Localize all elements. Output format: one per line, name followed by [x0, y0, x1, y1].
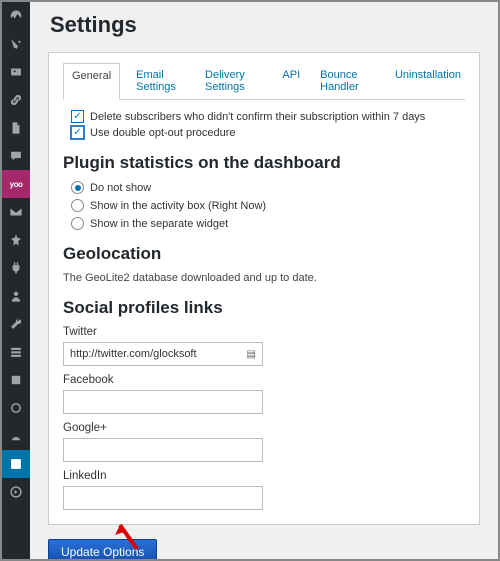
sidebar-users-icon[interactable]	[2, 282, 30, 310]
update-options-button[interactable]: Update Options	[48, 539, 157, 559]
sidebar-links-icon[interactable]	[2, 86, 30, 114]
checkbox-icon: ✓	[71, 110, 84, 123]
social-heading: Social profiles links	[63, 298, 465, 318]
tab-general[interactable]: General	[63, 63, 120, 100]
facebook-input[interactable]	[63, 390, 263, 414]
sidebar-generic-3-icon[interactable]	[2, 422, 30, 450]
sidebar-generic-2-icon[interactable]	[2, 394, 30, 422]
radio-label: Show in the separate widget	[90, 218, 228, 230]
sidebar-pages-icon[interactable]	[2, 114, 30, 142]
sidebar-settings-icon[interactable]	[2, 338, 30, 366]
checkbox-label: Use double opt-out procedure	[90, 127, 236, 139]
sidebar-comments-icon[interactable]	[2, 142, 30, 170]
radio-icon	[71, 181, 84, 194]
sidebar-generic-1-icon[interactable]	[2, 366, 30, 394]
linkedin-label: LinkedIn	[63, 470, 465, 482]
radio-do-not-show[interactable]: Do not show	[71, 181, 465, 194]
input-value: http://twitter.com/glocksoft	[70, 348, 197, 360]
sidebar-mail-icon[interactable]	[2, 198, 30, 226]
sidebar-posts-icon[interactable]	[2, 30, 30, 58]
google-input[interactable]	[63, 438, 263, 462]
main-content: Settings General Email Settings Delivery…	[30, 2, 498, 559]
tab-email-settings[interactable]: Email Settings	[132, 63, 189, 99]
google-label: Google+	[63, 422, 465, 434]
sidebar-media-icon[interactable]	[2, 58, 30, 86]
radio-icon	[71, 199, 84, 212]
geo-heading: Geolocation	[63, 244, 465, 264]
sidebar-active-item-icon[interactable]	[2, 450, 30, 478]
input-autofill-icon: ▤	[247, 349, 256, 360]
admin-sidebar: yoo	[2, 2, 30, 559]
radio-separate-widget[interactable]: Show in the separate widget	[71, 217, 465, 230]
sidebar-tools-icon[interactable]	[2, 310, 30, 338]
twitter-input[interactable]: http://twitter.com/glocksoft ▤	[63, 342, 263, 366]
tabs-nav: General Email Settings Delivery Settings…	[63, 63, 465, 99]
page-title: Settings	[48, 12, 480, 38]
facebook-label: Facebook	[63, 374, 465, 386]
radio-label: Do not show	[90, 182, 151, 194]
sidebar-plugins-icon[interactable]	[2, 254, 30, 282]
radio-icon	[71, 217, 84, 230]
linkedin-input[interactable]	[63, 486, 263, 510]
checkbox-delete-unconfirmed-row[interactable]: ✓ Delete subscribers who didn't confirm …	[71, 110, 465, 123]
checkbox-icon: ✓	[71, 126, 84, 139]
sidebar-collapse-icon[interactable]	[2, 478, 30, 506]
stats-heading: Plugin statistics on the dashboard	[63, 153, 465, 173]
radio-label: Show in the activity box (Right Now)	[90, 200, 266, 212]
settings-panel: General Email Settings Delivery Settings…	[48, 52, 480, 525]
tab-delivery-settings[interactable]: Delivery Settings	[201, 63, 266, 99]
radio-activity-box[interactable]: Show in the activity box (Right Now)	[71, 199, 465, 212]
sidebar-appearance-icon[interactable]	[2, 226, 30, 254]
tab-uninstallation[interactable]: Uninstallation	[391, 63, 465, 99]
sidebar-yoo-badge[interactable]: yoo	[2, 170, 30, 198]
checkbox-label: Delete subscribers who didn't confirm th…	[90, 111, 425, 123]
sidebar-dashboard-icon[interactable]	[2, 2, 30, 30]
twitter-label: Twitter	[63, 326, 465, 338]
checkbox-double-optout-row[interactable]: ✓ Use double opt-out procedure	[71, 126, 465, 139]
geo-status-text: The GeoLite2 database downloaded and up …	[63, 272, 465, 284]
tab-api[interactable]: API	[278, 63, 304, 99]
tab-bounce-handler[interactable]: Bounce Handler	[316, 63, 379, 99]
